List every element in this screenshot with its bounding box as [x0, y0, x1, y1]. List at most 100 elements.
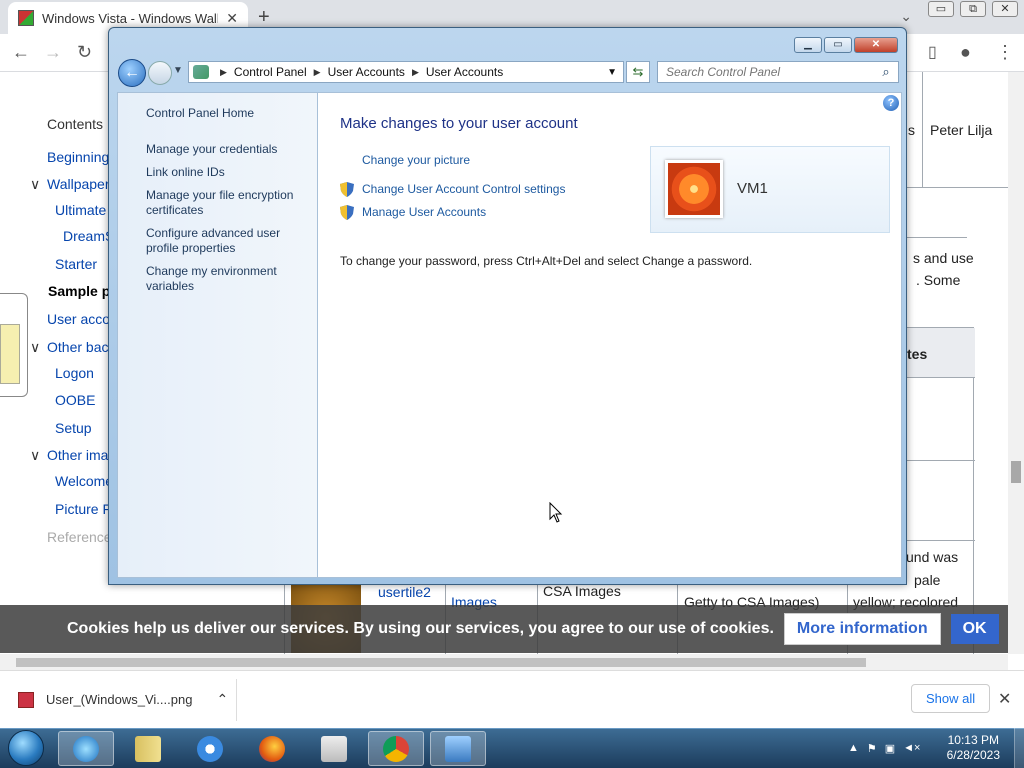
forward-arrow-icon[interactable]: → [44, 42, 62, 63]
show-all-button[interactable]: Show all [911, 684, 991, 713]
close-button[interactable]: ✕ [992, 1, 1018, 17]
taskbar-internet-explorer[interactable] [58, 731, 114, 766]
window-close-button[interactable]: ✕ [854, 37, 898, 53]
breadcrumb-control-panel[interactable]: Control Panel [234, 65, 307, 79]
toc-item[interactable]: Reference [47, 529, 112, 545]
task-link[interactable]: Control Panel Home [146, 106, 306, 121]
chevron-up-icon[interactable]: ⌃ [216, 691, 228, 708]
windows-orb-icon [8, 730, 44, 766]
chevron-down-icon[interactable]: ∨ [30, 339, 40, 356]
toc-item[interactable]: Logon [55, 365, 94, 381]
toc-item[interactable]: Other ima [47, 447, 108, 463]
toc-item[interactable]: Setup [55, 420, 92, 436]
table-cell: CSA Images [543, 583, 621, 599]
menu-kebab-icon[interactable]: ⋮ [996, 42, 1014, 63]
task-link[interactable]: Manage your file encryption certificates [146, 188, 306, 218]
show-desktop-button[interactable] [1014, 728, 1024, 768]
toc-item[interactable]: Other bac [47, 339, 108, 355]
clock[interactable]: 10:13 PM 6/28/2023 [947, 733, 1000, 763]
volume-muted-icon[interactable]: ◄× [903, 742, 920, 754]
change-picture-link[interactable]: Change your picture [362, 153, 470, 167]
ok-button[interactable]: OK [950, 614, 999, 644]
breadcrumb-user-accounts-current[interactable]: User Accounts [426, 65, 503, 79]
window-minimize-button[interactable]: ▁ [794, 37, 822, 53]
toc-item[interactable]: Starter [55, 256, 97, 272]
search-icon[interactable]: ⌕ [874, 64, 898, 80]
library-icon [135, 735, 161, 762]
browser-window-controls: ▭ ⧉ ✕ [928, 1, 1018, 17]
tab-favicon-icon [18, 10, 34, 26]
tab-search-chevron-icon[interactable]: ⌄ [900, 8, 912, 25]
notepad-pen-image [0, 293, 28, 397]
cookie-message: Cookies help us deliver our services. By… [67, 620, 774, 637]
taskbar-paint[interactable] [306, 731, 362, 766]
vertical-scrollbar[interactable] [1008, 72, 1024, 654]
network-icon[interactable]: ▣ [885, 742, 895, 755]
search-input[interactable] [666, 65, 874, 79]
window-controls: ▁ ▭ ✕ [794, 37, 898, 53]
download-filename: User_(Windows_Vi....png [46, 692, 193, 707]
refresh-button[interactable]: ⇆ [626, 61, 650, 83]
username: VM1 [737, 180, 768, 197]
task-link[interactable]: Manage your credentials [146, 142, 306, 157]
taskbar-media-player[interactable] [182, 731, 238, 766]
breadcrumb-separator-icon[interactable]: ▶ [220, 67, 227, 78]
taskbar-library[interactable] [120, 731, 176, 766]
help-icon[interactable]: ? [883, 95, 899, 111]
system-tray: ▲ ⚑ ▣ ◄× 10:13 PM 6/28/2023 [842, 728, 1024, 768]
tab-title: Windows Vista - Windows Wallpa [42, 10, 219, 26]
task-link[interactable]: Link online IDs [146, 165, 306, 180]
minimize-button[interactable]: ▭ [928, 1, 954, 17]
more-information-button[interactable]: More information [783, 613, 941, 645]
task-link[interactable]: Configure advanced user profile properti… [146, 226, 306, 256]
page-title: Make changes to your user account [340, 115, 578, 132]
chrome-icon [383, 735, 409, 762]
uac-shield-icon [340, 205, 354, 220]
forward-button[interactable] [148, 61, 172, 85]
manage-user-accounts-link[interactable]: Manage User Accounts [362, 205, 486, 219]
address-dropdown-icon[interactable]: ▼ [607, 67, 617, 78]
back-arrow-icon[interactable]: ← [12, 42, 30, 63]
taskbar-chrome[interactable] [368, 731, 424, 766]
toc-item[interactable]: Beginning [47, 149, 109, 165]
toc-item[interactable]: Wallpaper [47, 176, 110, 192]
task-link[interactable]: Change my environment variables [146, 264, 306, 294]
breadcrumb-separator-icon[interactable]: ▶ [412, 67, 419, 78]
sidebar-toggle-icon[interactable]: ▯ [928, 42, 937, 62]
start-button[interactable] [2, 728, 48, 768]
toc-item[interactable]: Picture F [55, 501, 111, 517]
change-uac-settings-link[interactable]: Change User Account Control settings [362, 182, 565, 196]
download-item[interactable]: User_(Windows_Vi....png ⌃ [18, 691, 228, 708]
recent-pages-dropdown-icon[interactable]: ▼ [173, 65, 183, 76]
toc-item[interactable]: DreamS [63, 228, 114, 244]
new-tab-button[interactable]: + [258, 6, 270, 29]
chevron-down-icon[interactable]: ∨ [30, 176, 40, 193]
restore-button[interactable]: ⧉ [960, 1, 986, 17]
taskbar-firefox[interactable] [244, 731, 300, 766]
profile-avatar-icon[interactable]: ● [960, 42, 971, 63]
image-file-icon [18, 691, 34, 708]
toc-item[interactable]: User acco [47, 311, 110, 327]
tray-expand-icon[interactable]: ▲ [848, 742, 859, 754]
address-bar[interactable]: ▶ Control Panel ▶ User Accounts ▶ User A… [188, 61, 624, 83]
chevron-down-icon[interactable]: ∨ [30, 447, 40, 464]
control-panel-window: ▁ ▭ ✕ ← ▼ ▶ Control Panel ▶ User Account… [108, 27, 907, 585]
table-header-notes: tes [907, 346, 928, 362]
toc-item[interactable]: Ultimate [55, 202, 106, 218]
close-download-bar-icon[interactable]: ✕ [998, 689, 1011, 709]
page-text: s and use [913, 250, 974, 266]
reload-icon[interactable]: ↻ [77, 42, 92, 63]
window-maximize-button[interactable]: ▭ [824, 37, 852, 53]
tab-close-icon[interactable]: ✕ [226, 10, 238, 27]
toc-item[interactable]: Welcome [55, 473, 113, 489]
taskbar-control-panel[interactable] [430, 731, 486, 766]
table-cell-link[interactable]: usertile2 [378, 584, 431, 600]
control-panel-address-icon [193, 65, 209, 79]
back-button[interactable]: ← [118, 59, 146, 87]
breadcrumb-user-accounts[interactable]: User Accounts [328, 65, 405, 79]
user-picture[interactable] [665, 160, 723, 218]
horizontal-scrollbar[interactable] [0, 654, 1008, 670]
toc-item[interactable]: OOBE [55, 392, 95, 408]
breadcrumb-separator-icon[interactable]: ▶ [314, 67, 321, 78]
action-center-icon[interactable]: ⚑ [867, 742, 877, 755]
